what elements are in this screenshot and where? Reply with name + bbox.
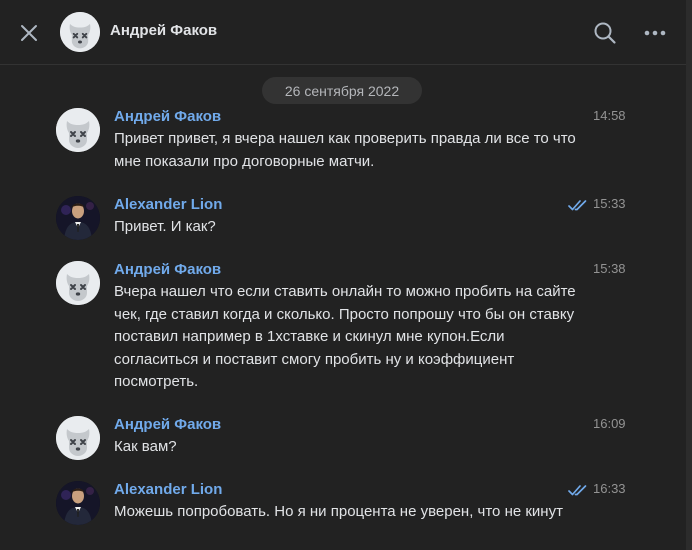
avatar[interactable] — [56, 481, 100, 525]
date-divider: 26 сентября 2022 — [262, 77, 422, 104]
chat-title[interactable]: Андрей Факов — [110, 22, 217, 39]
search-button[interactable] — [590, 18, 620, 48]
message-author[interactable]: Андрей Факов — [114, 261, 221, 278]
avatar[interactable] — [56, 416, 100, 460]
message-author[interactable]: Андрей Факов — [114, 108, 221, 125]
message-text: Привет привет, я вчера нашел как провери… — [114, 130, 576, 170]
read-check-icon — [568, 483, 590, 497]
message-author[interactable]: Alexander Lion — [114, 196, 222, 213]
message-author[interactable]: Alexander Lion — [114, 481, 222, 498]
message-author[interactable]: Андрей Факов — [114, 416, 221, 433]
more-icon — [644, 30, 666, 36]
avatar[interactable] — [56, 196, 100, 240]
chat-header: Андрей Факов — [0, 0, 686, 65]
message-time: 16:09 — [593, 416, 626, 431]
message-time: 16:33 — [593, 481, 626, 496]
message-text: Вчера нашел что если ставить онлайн то м… — [114, 283, 576, 391]
message-time: 15:38 — [593, 261, 626, 276]
message-text: Как вам? — [114, 438, 177, 455]
avatar[interactable] — [56, 261, 100, 305]
avatar[interactable] — [56, 108, 100, 152]
close-icon — [21, 25, 37, 41]
more-button[interactable] — [640, 18, 670, 48]
message-text: Привет. И как? — [114, 218, 216, 235]
search-icon — [594, 22, 616, 44]
message-time: 15:33 — [593, 196, 626, 211]
read-check-icon — [568, 198, 590, 212]
message-time: 14:58 — [593, 108, 626, 123]
header-avatar[interactable] — [60, 12, 100, 52]
close-button[interactable] — [14, 18, 44, 48]
scrollbar-track[interactable] — [686, 0, 692, 550]
message-text: Можешь попробовать. Но я ни процента не … — [114, 503, 563, 520]
